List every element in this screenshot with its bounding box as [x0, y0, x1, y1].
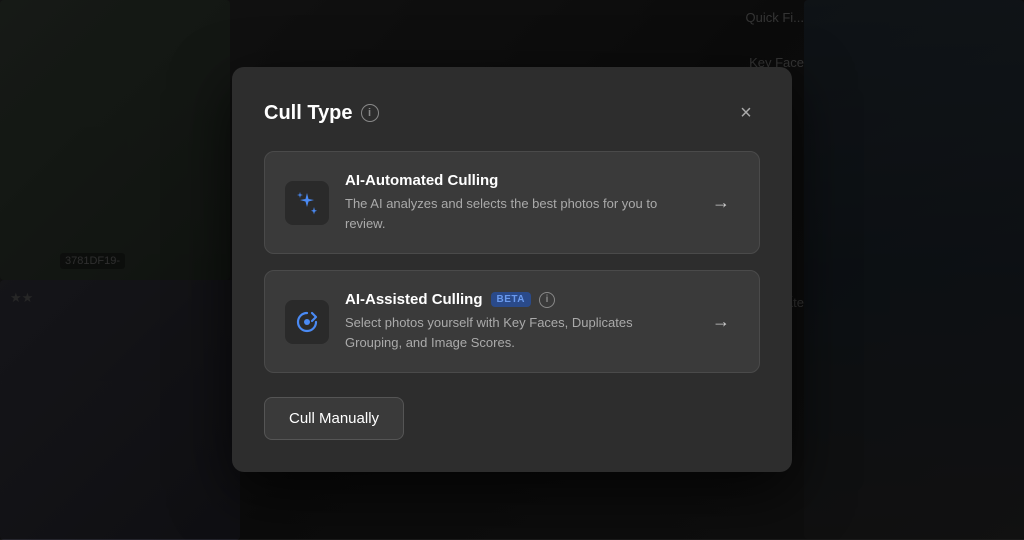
ai-automated-option[interactable]: AI-Automated Culling The AI analyzes and… [264, 151, 760, 254]
ai-assisted-title-row: AI-Assisted Culling BETA i [345, 291, 687, 308]
modal-header: Cull Type i × [264, 99, 760, 127]
modal-title-group: Cull Type i [264, 102, 379, 125]
ai-automated-content: AI-Automated Culling The AI analyzes and… [345, 172, 687, 233]
ai-automated-arrow: → [703, 185, 739, 221]
ai-assisted-info-icon[interactable]: i [539, 292, 555, 308]
ai-automated-title: AI-Automated Culling [345, 172, 498, 189]
ai-assisted-title: AI-Assisted Culling [345, 291, 483, 308]
ai-automated-title-row: AI-Automated Culling [345, 172, 687, 189]
ai-automated-desc: The AI analyzes and selects the best pho… [345, 194, 687, 233]
ai-automated-icon [285, 181, 329, 225]
cull-manually-button[interactable]: Cull Manually [264, 397, 404, 440]
cycle-icon [293, 308, 321, 336]
ai-assisted-arrow: → [703, 304, 739, 340]
ai-assisted-desc: Select photos yourself with Key Faces, D… [345, 313, 687, 352]
stars-icon [293, 189, 321, 217]
ai-assisted-content: AI-Assisted Culling BETA i Select photos… [345, 291, 687, 352]
modal-title: Cull Type [264, 102, 353, 125]
modal-close-button[interactable]: × [732, 99, 760, 127]
beta-badge: BETA [491, 292, 531, 307]
ai-assisted-icon [285, 300, 329, 344]
modal-container: Cull Type i × AI-Automated Culling [0, 0, 1024, 539]
modal: Cull Type i × AI-Automated Culling [232, 67, 792, 472]
ai-assisted-option[interactable]: AI-Assisted Culling BETA i Select photos… [264, 270, 760, 373]
modal-info-icon[interactable]: i [361, 104, 379, 122]
